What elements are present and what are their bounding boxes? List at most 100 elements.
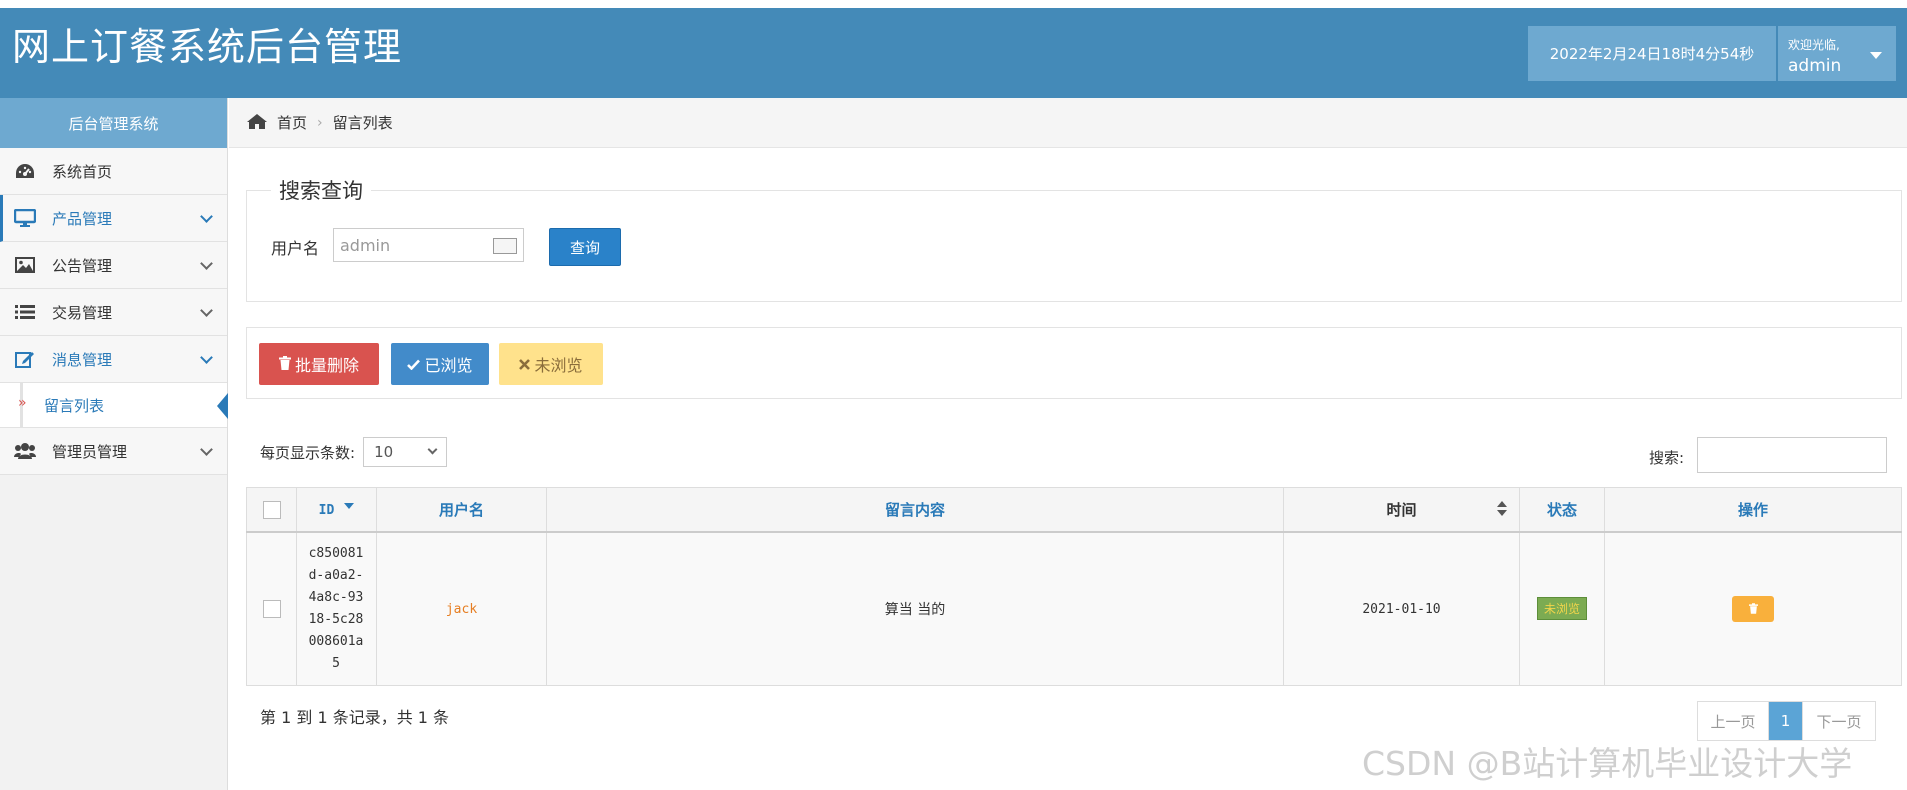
row-checkbox[interactable] xyxy=(262,599,281,618)
row-content: 算当 当的 xyxy=(884,601,946,618)
search-legend: 搜索查询 xyxy=(271,175,371,205)
sidebar-item-label: 交易管理 xyxy=(52,303,113,322)
prev-page-button[interactable]: 上一页 xyxy=(1698,702,1769,740)
search-panel: 搜索查询 用户名 admin 查询 xyxy=(246,175,1902,302)
app-title: 网上订餐系统后台管理 xyxy=(12,25,403,69)
column-header-content[interactable]: 留言内容 xyxy=(546,487,1284,533)
sidebar-item-label: 消息管理 xyxy=(52,350,113,369)
row-time: 2021-01-10 xyxy=(1362,601,1441,617)
status-badge: 未浏览 xyxy=(1536,597,1587,621)
active-indicator xyxy=(217,393,228,419)
datetime-text: 2022年2月24日18时4分54秒 xyxy=(1549,45,1755,63)
sidebar-item-label: 公告管理 xyxy=(52,256,113,275)
sidebar-item-label: 产品管理 xyxy=(52,209,113,228)
close-icon xyxy=(519,355,531,374)
user-menu[interactable]: 欢迎光临, admin xyxy=(1778,26,1896,81)
sidebar-item-label: 管理员管理 xyxy=(52,442,128,461)
column-header-time[interactable]: 时间 xyxy=(1283,487,1520,533)
page-size-value: 10 xyxy=(374,443,394,461)
mark-read-button[interactable]: 已浏览 xyxy=(391,343,489,385)
monitor-icon xyxy=(14,209,36,227)
row-select-cell xyxy=(246,531,297,686)
trash-icon xyxy=(1748,603,1758,614)
row-id: c850081d-a0a2-4a8c-9318-5c28008601a5 xyxy=(308,545,364,671)
home-icon[interactable] xyxy=(247,113,267,133)
breadcrumb-home[interactable]: 首页 xyxy=(277,112,307,133)
time-cell: 2021-01-10 xyxy=(1283,531,1520,686)
mark-unread-label: 未浏览 xyxy=(534,356,583,375)
mark-unread-button[interactable]: 未浏览 xyxy=(499,343,603,385)
column-header-actions: 操作 xyxy=(1604,487,1902,533)
image-icon xyxy=(14,256,36,274)
sidebar-item-messages[interactable]: 消息管理 xyxy=(0,336,227,383)
chevron-down-icon xyxy=(200,257,213,270)
table-search-label: 搜索: xyxy=(1649,449,1685,467)
delete-row-button[interactable] xyxy=(1732,595,1774,622)
watermark: CSDN @B站计算机毕业设计大学 xyxy=(1362,744,1853,783)
username-input[interactable]: admin xyxy=(333,228,524,262)
mark-read-label: 已浏览 xyxy=(424,356,473,375)
sidebar-item-admins[interactable]: 管理员管理 xyxy=(0,428,227,475)
content-cell: 算当 当的 xyxy=(546,531,1284,686)
query-button[interactable]: 查询 xyxy=(549,228,621,266)
username-label: 用户名 xyxy=(271,239,320,258)
dashboard-icon xyxy=(14,162,36,180)
table-row: c850081d-a0a2-4a8c-9318-5c28008601a5 jac… xyxy=(246,531,1902,686)
messages-table: ID 用户名 留言内容 时间 状态 操作 c850081d-a0a2-4a8c-… xyxy=(246,487,1902,686)
datetime-display: 2022年2月24日18时4分54秒 xyxy=(1528,26,1776,81)
chevron-down-icon xyxy=(427,444,438,455)
table-header-row: ID 用户名 留言内容 时间 状态 操作 xyxy=(246,487,1902,533)
edit-icon xyxy=(14,350,36,368)
page-size-control: 每页显示条数: 10 xyxy=(260,437,448,467)
column-header-id[interactable]: ID xyxy=(296,487,377,533)
breadcrumb: 首页 › 留言列表 xyxy=(229,98,1907,148)
welcome-text: 欢迎光临, xyxy=(1788,38,1840,52)
sidebar: 后台管理系统 系统首页 产品管理 公告管理 交易管理 消息管理 » 留言列表 管… xyxy=(0,98,228,790)
caret-down-icon[interactable] xyxy=(1870,52,1882,59)
username-cell: jack xyxy=(376,531,547,686)
sidebar-item-announcements[interactable]: 公告管理 xyxy=(0,242,227,289)
keyboard-icon xyxy=(493,238,517,254)
column-header-username[interactable]: 用户名 xyxy=(376,487,547,533)
id-cell: c850081d-a0a2-4a8c-9318-5c28008601a5 xyxy=(296,531,377,686)
breadcrumb-current: 留言列表 xyxy=(332,114,393,132)
sort-icon xyxy=(1497,501,1507,519)
chevron-down-icon xyxy=(200,304,213,317)
list-icon xyxy=(14,303,36,321)
page-size-label: 每页显示条数: xyxy=(260,443,356,462)
trash-icon xyxy=(278,355,291,374)
actions-cell xyxy=(1604,531,1902,686)
select-all-checkbox[interactable] xyxy=(262,500,281,519)
select-all-header xyxy=(246,487,297,533)
page-1-button[interactable]: 1 xyxy=(1769,702,1803,740)
page-size-select[interactable]: 10 xyxy=(363,437,448,467)
column-header-status[interactable]: 状态 xyxy=(1519,487,1605,533)
sidebar-subitem-message-list[interactable]: » 留言列表 xyxy=(0,383,228,428)
batch-delete-button[interactable]: 批量删除 xyxy=(259,343,379,385)
records-info: 第 1 到 1 条记录，共 1 条 xyxy=(260,708,450,727)
breadcrumb-separator-icon: › xyxy=(317,114,323,131)
sidebar-title: 后台管理系统 xyxy=(0,98,227,148)
double-chevron-right-icon: » xyxy=(18,395,27,411)
chevron-down-icon xyxy=(200,443,213,456)
user-name: admin xyxy=(1788,56,1842,76)
top-strip xyxy=(0,0,1907,8)
chevron-down-icon xyxy=(200,210,213,223)
pagination: 上一页 1 下一页 xyxy=(1697,701,1876,741)
action-toolbar: 批量删除 已浏览 未浏览 xyxy=(246,327,1902,399)
top-header: 网上订餐系统后台管理 2022年2月24日18时4分54秒 欢迎光临, admi… xyxy=(0,8,1907,98)
status-cell: 未浏览 xyxy=(1519,531,1605,686)
username-input-placeholder: admin xyxy=(340,235,391,255)
chevron-down-icon xyxy=(200,351,213,364)
sidebar-subitem-label: 留言列表 xyxy=(44,396,105,415)
sidebar-item-home[interactable]: 系统首页 xyxy=(0,148,227,195)
table-search-input[interactable] xyxy=(1697,437,1887,473)
sidebar-item-transactions[interactable]: 交易管理 xyxy=(0,289,227,336)
next-page-button[interactable]: 下一页 xyxy=(1803,702,1875,740)
sort-desc-icon xyxy=(344,502,355,509)
check-icon xyxy=(407,355,421,374)
users-icon xyxy=(14,442,36,460)
sidebar-item-products[interactable]: 产品管理 xyxy=(0,195,227,242)
batch-delete-label: 批量删除 xyxy=(294,356,359,375)
sidebar-item-label: 系统首页 xyxy=(52,162,113,181)
